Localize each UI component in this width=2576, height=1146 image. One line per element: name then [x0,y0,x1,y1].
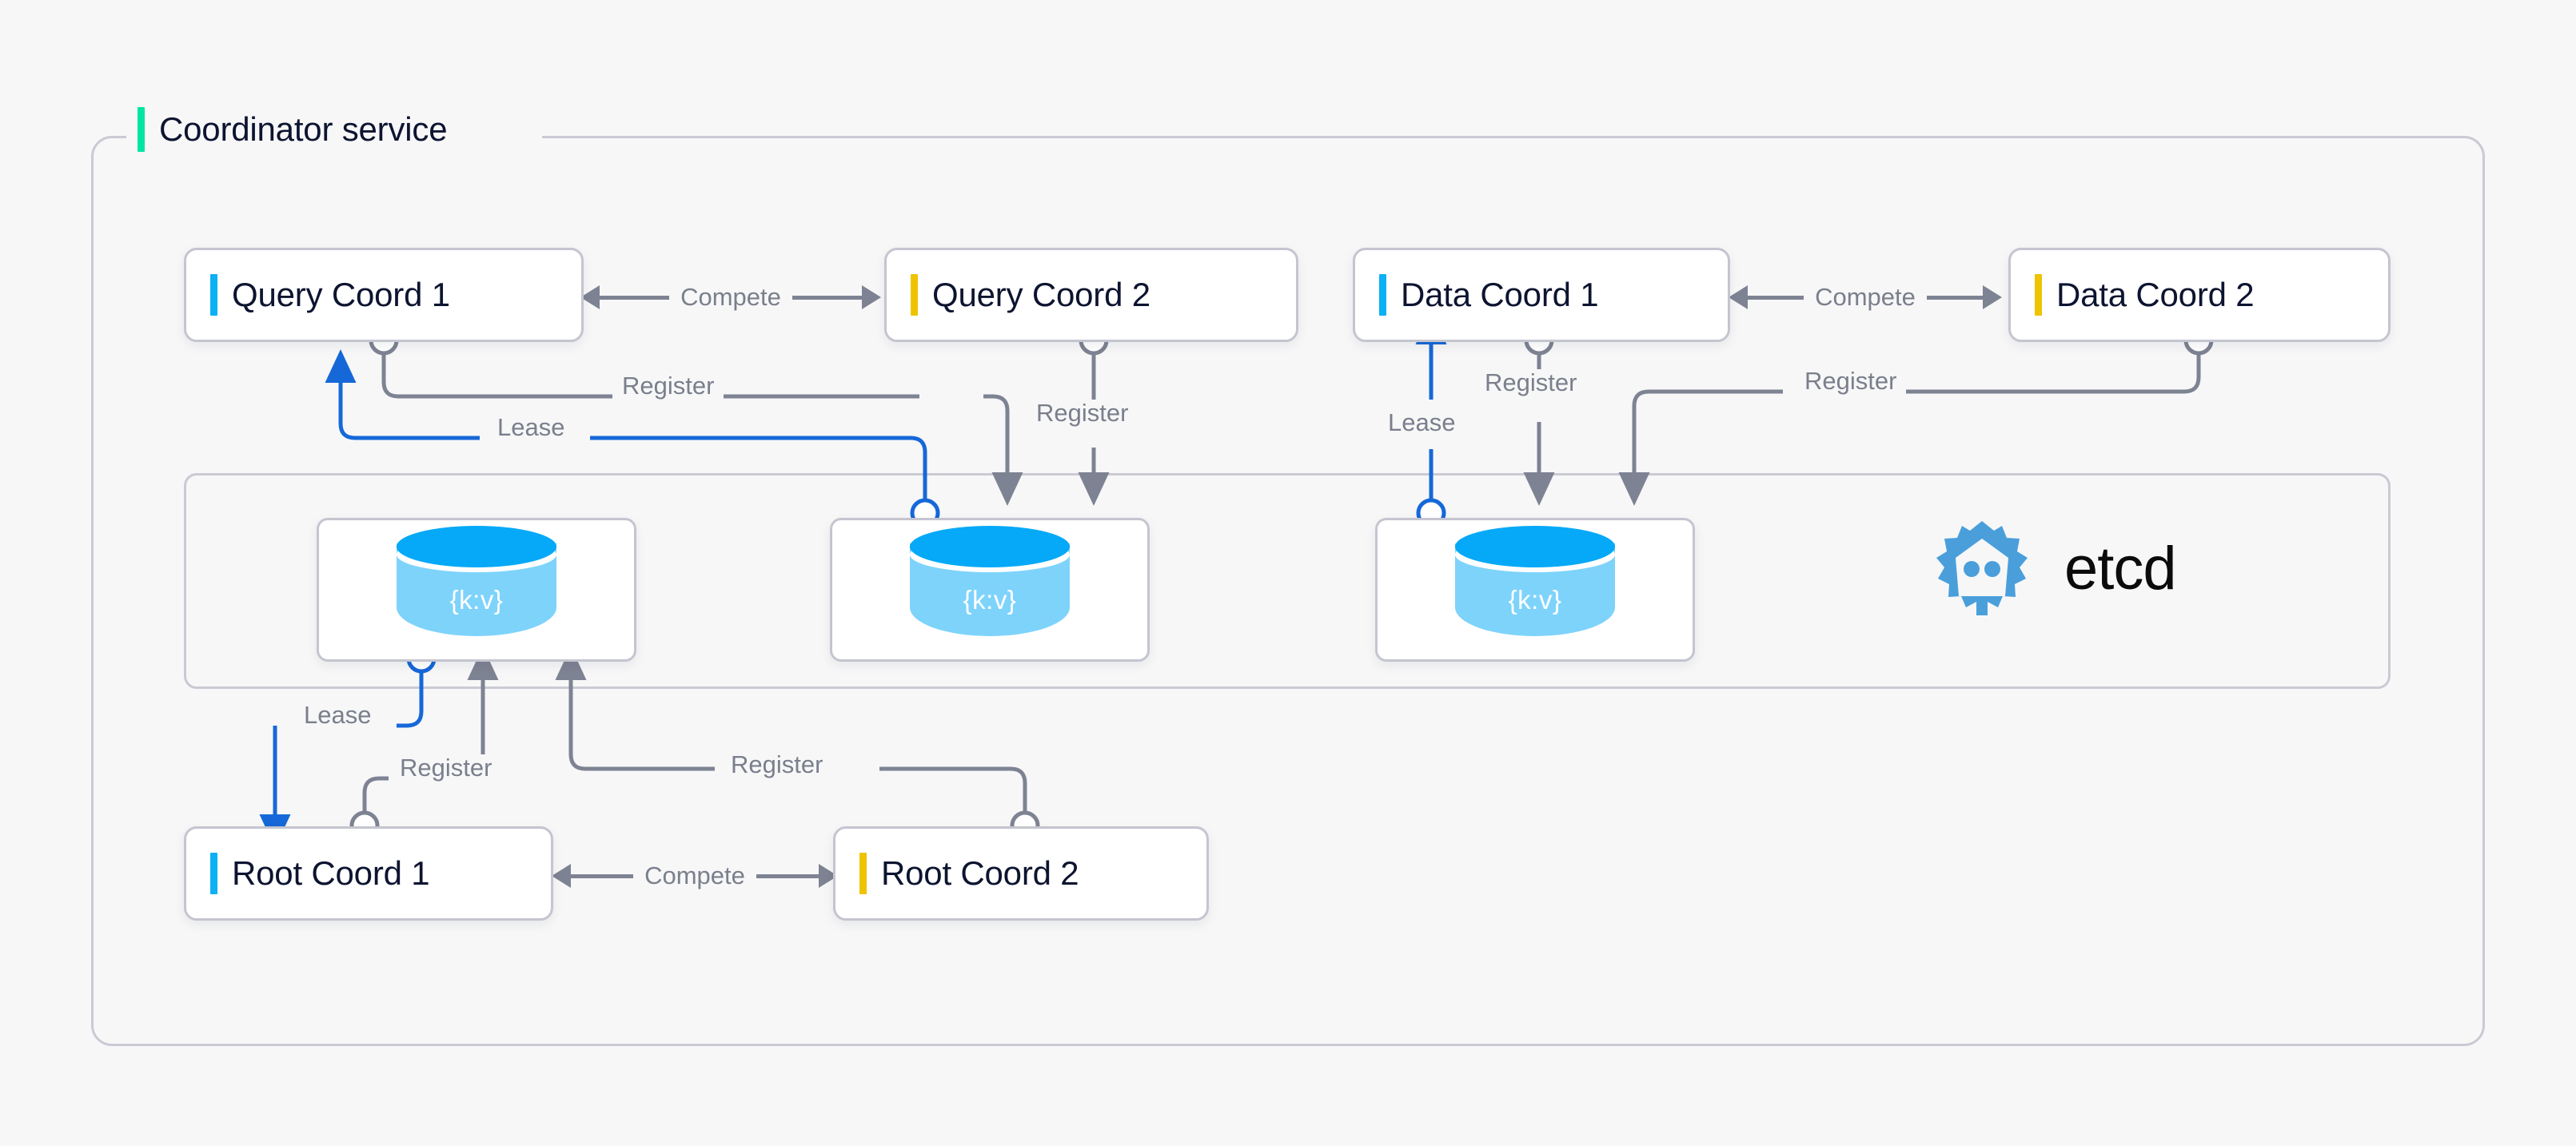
arrow-shaft-left [600,295,670,300]
compete-label-query: Compete [680,283,781,311]
node-label: Data Coord 1 [1401,276,1599,313]
etcd-logo: etcd [1935,518,2177,620]
arrow-right-icon [862,285,882,309]
node-data-coord-2[interactable]: Data Coord 2 [2008,248,2391,342]
kv-store-card-2[interactable]: {k:v} [830,518,1150,662]
edge-label-register-rc1: Register [390,754,502,782]
compete-label-root: Compete [644,861,745,889]
arrow-shaft-right [1926,295,1984,300]
node-root-coord-1[interactable]: Root Coord 1 [184,826,553,921]
node-label: Query Coord 1 [232,276,450,313]
database-cylinder-icon: {k:v} [397,526,556,654]
node-query-coord-2[interactable]: Query Coord 2 [884,248,1298,342]
node-accent-bar-secondary [911,274,918,316]
group-accent-bar [138,107,145,152]
edge-label-register-dc2: Register [1795,367,1907,396]
kv-store-label: {k:v} [963,585,1017,615]
kv-store-label: {k:v} [449,585,504,615]
group-title: Coordinator service [138,102,448,157]
node-accent-bar-secondary [2035,274,2042,316]
edge-label-register-dc1: Register [1475,368,1587,397]
arrow-left-icon [1729,285,1748,309]
compete-arrow-query: Compete [580,273,882,321]
diagram-canvas: Coordinator service Register Register Le… [0,0,2576,1146]
database-cylinder-icon: {k:v} [910,526,1070,654]
edge-label-register-qc2: Register [1027,399,1138,428]
node-accent-bar-primary [210,274,217,316]
etcd-logo-text: etcd [2064,535,2177,603]
compete-arrow-data: Compete [1729,273,2003,321]
node-accent-bar-primary [1379,274,1386,316]
compete-arrow-root: Compete [552,852,839,900]
arrow-left-icon [552,864,571,888]
edge-label-register-rc2: Register [721,750,833,779]
edge-label-lease-data: Lease [1378,408,1465,437]
kv-store-card-3[interactable]: {k:v} [1375,518,1695,662]
node-label: Root Coord 1 [232,854,430,892]
node-label: Data Coord 2 [2056,276,2255,313]
kv-store-label: {k:v} [1508,585,1562,615]
node-label: Root Coord 2 [881,854,1079,892]
kv-store-card-1[interactable]: {k:v} [317,518,636,662]
etcd-gear-robot-icon [1936,521,2028,615]
arrow-shaft-left [571,873,634,878]
node-accent-bar-secondary [859,853,867,894]
node-root-coord-2[interactable]: Root Coord 2 [833,826,1209,921]
arrow-shaft-right [792,295,863,300]
arrow-right-icon [1983,285,2003,309]
compete-label-data: Compete [1815,283,1916,311]
edge-label-lease-root: Lease [294,701,381,730]
node-accent-bar-primary [210,853,217,894]
edge-label-lease-query: Lease [488,413,575,442]
group-title-label: Coordinator service [159,110,448,148]
node-query-coord-1[interactable]: Query Coord 1 [184,248,584,342]
arrow-shaft-right [756,873,819,878]
database-cylinder-icon: {k:v} [1455,526,1615,654]
node-label: Query Coord 2 [932,276,1150,313]
node-data-coord-1[interactable]: Data Coord 1 [1353,248,1730,342]
edge-label-register-qc1: Register [612,372,724,400]
arrow-shaft-left [1748,295,1804,300]
